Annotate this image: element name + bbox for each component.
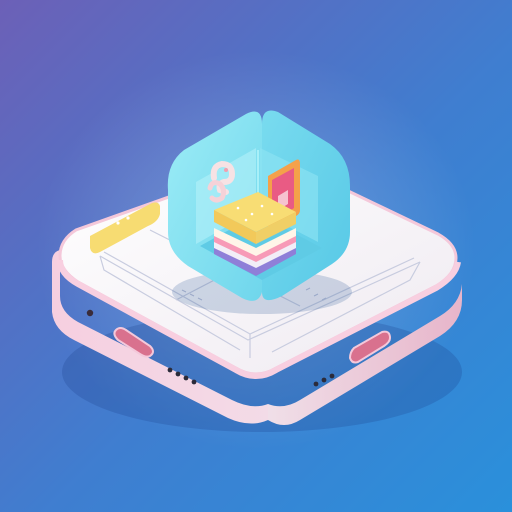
illustration-canvas	[0, 0, 512, 512]
side-button	[86, 309, 94, 317]
isometric-illustration	[0, 0, 512, 512]
